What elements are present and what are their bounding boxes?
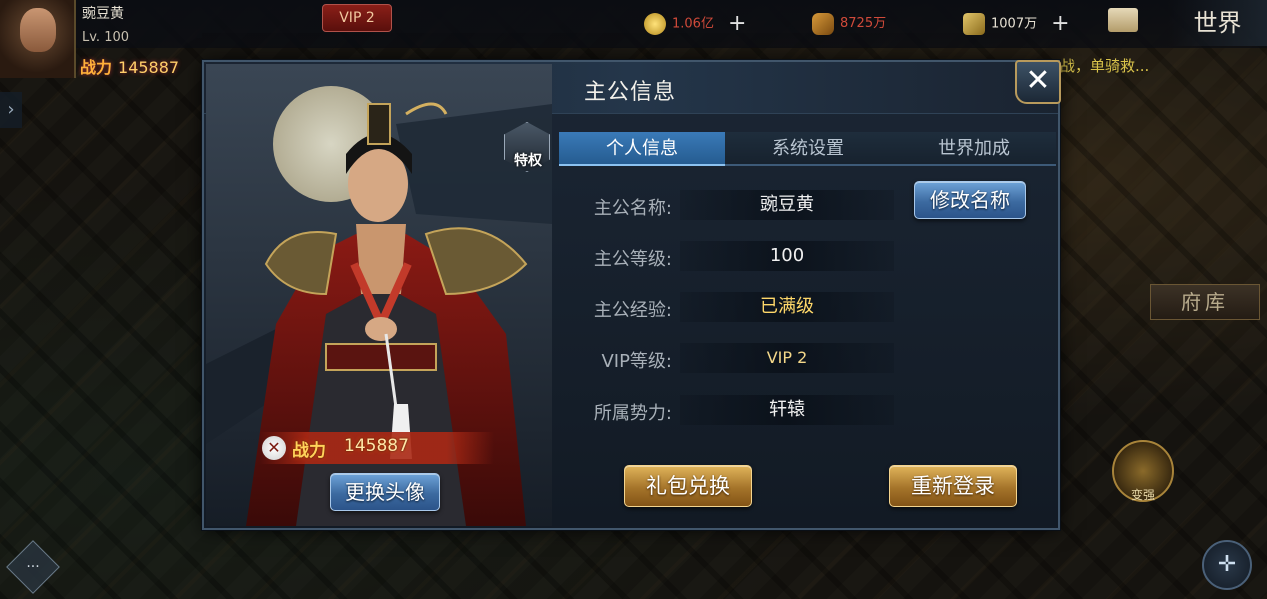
hud-player-level: Lv. 100 bbox=[82, 30, 130, 45]
vip-level-label: VIP等级: bbox=[601, 351, 672, 372]
world-button[interactable]: 世界 bbox=[1168, 0, 1267, 46]
hud-player-name: 豌豆黄 bbox=[82, 6, 124, 22]
tab-world-bonus[interactable]: 世界加成 bbox=[891, 132, 1057, 166]
add-gold-button[interactable]: + bbox=[728, 11, 746, 36]
crossed-swords-icon: ✕ bbox=[262, 436, 286, 460]
tab-bar: 个人信息 系统设置 世界加成 bbox=[559, 132, 1056, 166]
power-up-button[interactable]: 变强 bbox=[1112, 440, 1174, 502]
soldier-resource: 1007万 + bbox=[963, 10, 1070, 38]
food-icon bbox=[812, 12, 834, 35]
tab-system-settings[interactable]: 系统设置 bbox=[725, 132, 891, 166]
hud-power: 战力 145887 bbox=[80, 54, 179, 78]
lord-exp-label: 主公经验: bbox=[593, 300, 672, 321]
close-icon[interactable]: ✕ bbox=[1015, 60, 1061, 104]
news-ticker: 战，单骑救... bbox=[1060, 57, 1150, 75]
faction-value: 轩辕 bbox=[680, 395, 894, 425]
player-avatar[interactable] bbox=[0, 0, 76, 78]
lord-exp-value: 已满级 bbox=[680, 292, 894, 322]
dialog-title: 主公信息 bbox=[584, 80, 677, 105]
power-label: 战力 bbox=[292, 441, 326, 461]
faction-label: 所属势力: bbox=[593, 403, 672, 424]
chat-dots: ··· bbox=[26, 559, 40, 575]
privilege-label: 特权 bbox=[514, 153, 542, 169]
add-soldier-button[interactable]: + bbox=[1051, 11, 1069, 36]
gold-coin-icon bbox=[644, 13, 666, 35]
soldier-value: 1007万 bbox=[991, 16, 1038, 32]
lord-info-dialog: 主公信息 特权 ✕ 战力 145887 更换头像 个人信息 系统设置 世界加成 … bbox=[202, 60, 1061, 530]
hero-portrait-panel: 特权 ✕ 战力 145887 更换头像 bbox=[206, 64, 552, 526]
hud-power-label: 战力 bbox=[80, 58, 113, 77]
lord-level-label: 主公等级: bbox=[593, 249, 672, 270]
treasury-sign[interactable]: 府库 bbox=[1150, 284, 1260, 320]
power-value: 145887 bbox=[344, 436, 409, 456]
change-avatar-button[interactable]: 更换头像 bbox=[330, 473, 440, 511]
lord-name-label: 主公名称: bbox=[593, 198, 672, 219]
food-resource: 8725万 bbox=[812, 10, 886, 38]
rename-button[interactable]: 修改名称 bbox=[914, 181, 1026, 219]
compass-icon[interactable]: ✛ bbox=[1202, 540, 1252, 590]
vip-level-value: VIP 2 bbox=[680, 343, 894, 373]
soldier-icon bbox=[963, 13, 985, 35]
gold-value: 1.06亿 bbox=[672, 16, 714, 32]
gold-resource: 1.06亿 + bbox=[644, 10, 746, 38]
top-hud bbox=[0, 0, 1267, 48]
lord-level-value: 100 bbox=[680, 241, 894, 271]
hud-power-value: 145887 bbox=[118, 58, 180, 77]
mail-icon[interactable] bbox=[1108, 8, 1138, 32]
tab-personal-info[interactable]: 个人信息 bbox=[559, 132, 725, 166]
expand-arrow-icon[interactable]: › bbox=[0, 92, 22, 128]
avatar-face bbox=[20, 8, 56, 52]
food-value: 8725万 bbox=[840, 16, 887, 31]
relogin-button[interactable]: 重新登录 bbox=[889, 465, 1017, 507]
lord-name-value: 豌豆黄 bbox=[680, 190, 894, 220]
gift-redeem-button[interactable]: 礼包兑换 bbox=[624, 465, 752, 507]
vip-badge[interactable]: VIP 2 bbox=[322, 4, 392, 32]
